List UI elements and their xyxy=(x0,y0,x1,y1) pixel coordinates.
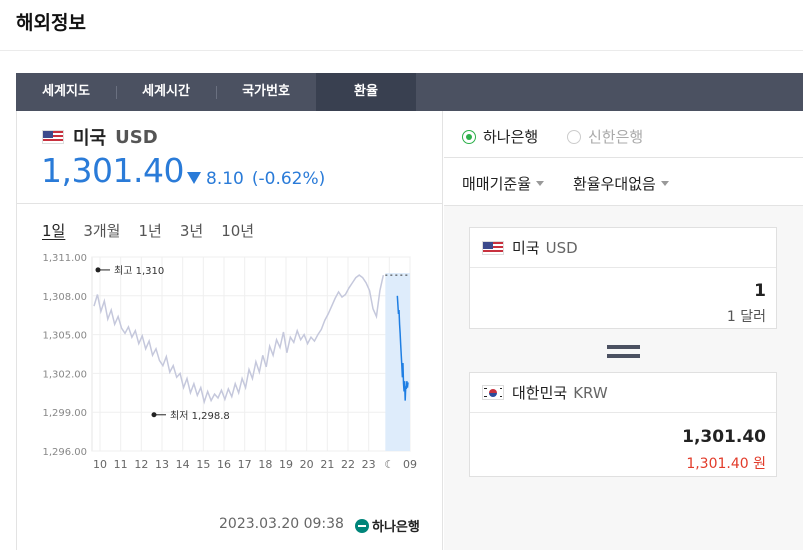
current-rate: 1,301.40 xyxy=(41,151,184,190)
us-flag-icon xyxy=(42,130,64,144)
rate-options: 매매기준율 환율우대없음 xyxy=(444,158,803,206)
y-tick-label: 1,305.00 xyxy=(42,331,87,342)
radio-label: 신한은행 xyxy=(588,128,644,146)
x-tick-label: 22 xyxy=(341,458,355,471)
from-amount-input[interactable]: 1 xyxy=(754,281,766,301)
radio-dot-icon xyxy=(567,129,581,144)
x-tick-label: 16 xyxy=(217,458,231,471)
rate-basis-select[interactable]: 매매기준율 xyxy=(462,173,545,194)
hana-logo-icon xyxy=(355,518,369,533)
to-amount-value: 1,301.40 xyxy=(682,427,766,447)
caret-down-icon xyxy=(660,181,669,186)
rate-basis-label: 매매기준율 xyxy=(462,175,532,193)
to-currency-box[interactable]: 대한민국 KRW 1,301.40 1,301.40 원 xyxy=(469,372,777,477)
plot-frame xyxy=(91,256,411,452)
x-tick-label: 23 xyxy=(362,458,376,471)
period-selector: 1일 3개월 1년 3년 10년 xyxy=(42,220,272,241)
series-line-history xyxy=(93,274,385,405)
y-tick-label: 1,311.00 xyxy=(42,253,87,264)
period-10y[interactable]: 10년 xyxy=(221,220,254,241)
x-tick-label: 15 xyxy=(196,458,210,471)
currency-header: 미국 USD xyxy=(42,125,158,149)
y-tick-label: 1,299.00 xyxy=(42,408,87,419)
tab-world-time[interactable]: 세계시간 xyxy=(116,73,216,111)
preferential-rate-label: 환율우대없음 xyxy=(573,175,656,193)
x-tick-label: 17 xyxy=(238,458,252,471)
rate-line-chart: 1,311.00 1,308.00 1,305.00 1,302.00 1,299.00… xyxy=(42,253,417,471)
down-arrow-icon xyxy=(187,172,201,184)
period-1y[interactable]: 1년 xyxy=(139,220,162,241)
x-tick-label: 13 xyxy=(155,458,169,471)
radio-label: 하나은행 xyxy=(483,128,539,146)
caret-down-icon xyxy=(536,181,545,186)
hana-bank-logo: 하나은행 xyxy=(355,516,420,535)
tab-bar: 세계지도 세계시간 국가번호 환율 xyxy=(16,73,803,111)
y-tick-label: 1,308.00 xyxy=(42,292,87,303)
x-tick-label: 12 xyxy=(134,458,148,471)
period-3m[interactable]: 3개월 xyxy=(83,220,120,241)
korea-flag-icon xyxy=(482,385,504,400)
from-currency-name: 미국 xyxy=(512,239,540,257)
x-tick-label: ☾ xyxy=(384,458,394,471)
from-currency-header: 미국 USD xyxy=(470,228,776,268)
section-divider xyxy=(17,203,442,204)
x-tick-label: 11 xyxy=(114,458,128,471)
x-tick-label: 19 xyxy=(279,458,293,471)
exchange-panel: 미국 USD 1,301.40 8.10 (-0.62%) 1일 3개월 1년 … xyxy=(16,111,803,550)
tab-country-code[interactable]: 국가번호 xyxy=(216,73,316,111)
to-currency-header: 대한민국 KRW xyxy=(470,373,776,413)
x-tick-label: 09 xyxy=(403,458,417,471)
x-tick-label: 20 xyxy=(300,458,314,471)
equals-icon xyxy=(607,345,640,359)
currency-name: 미국 xyxy=(73,128,107,149)
high-label: 최고 1,310 xyxy=(114,265,164,277)
change-percent: (-0.62%) xyxy=(251,169,326,189)
converter-panel: 하나은행 신한은행 매매기준율 환율우대없음 미국 USD 1 1 달러 대한민… xyxy=(444,111,803,550)
radio-shinhan-bank[interactable]: 신한은행 xyxy=(567,126,643,147)
us-flag-icon xyxy=(482,240,504,255)
from-currency-code: USD xyxy=(545,238,578,257)
rate-chart-panel: 미국 USD 1,301.40 8.10 (-0.62%) 1일 3개월 1년 … xyxy=(17,111,443,550)
bank-selector: 하나은행 신한은행 xyxy=(444,111,803,158)
x-tick-label: 21 xyxy=(320,458,334,471)
x-tick-label: 18 xyxy=(258,458,272,471)
x-tick-label: 10 xyxy=(93,458,107,471)
currency-code: USD xyxy=(115,126,158,148)
y-tick-label: 1,302.00 xyxy=(42,369,87,380)
to-currency-name: 대한민국 xyxy=(512,384,568,402)
title-divider xyxy=(0,50,803,51)
period-3y[interactable]: 3년 xyxy=(180,220,203,241)
x-tick-label: 14 xyxy=(176,458,190,471)
radio-dot-icon xyxy=(462,129,476,144)
tab-exchange-rate[interactable]: 환율 xyxy=(316,73,416,111)
update-timestamp: 2023.03.20 09:38 xyxy=(219,516,344,532)
rate-change: 8.10 (-0.62%) xyxy=(187,169,325,189)
from-currency-box[interactable]: 미국 USD 1 1 달러 xyxy=(469,227,777,329)
low-label: 최저 1,298.8 xyxy=(170,410,230,422)
radio-hana-bank[interactable]: 하나은행 xyxy=(462,126,538,147)
page-title: 해외정보 xyxy=(16,12,86,34)
hana-logo-text: 하나은행 xyxy=(372,520,420,535)
to-currency-code: KRW xyxy=(573,383,608,402)
tab-world-map[interactable]: 세계지도 xyxy=(16,73,116,111)
change-amount: 8.10 xyxy=(206,169,244,189)
from-amount-text: 1 달러 xyxy=(726,309,766,325)
period-1d[interactable]: 1일 xyxy=(42,220,65,241)
to-amount-text: 1,301.40 원 xyxy=(686,456,766,472)
preferential-rate-select[interactable]: 환율우대없음 xyxy=(573,173,669,194)
y-tick-label: 1,296.00 xyxy=(42,447,87,458)
